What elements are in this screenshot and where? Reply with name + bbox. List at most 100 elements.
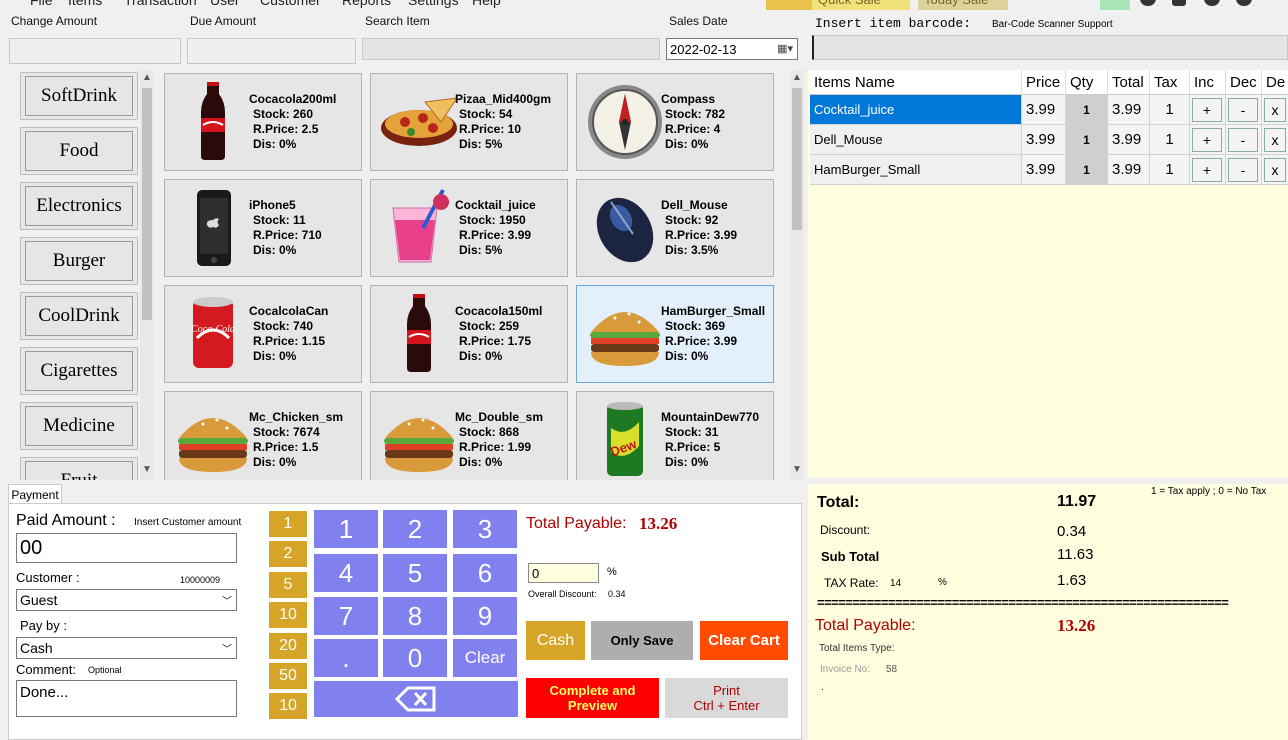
product-card[interactable]: Coca-Cola CocalcolaCan Stock: 740 R.Price: …: [164, 285, 362, 383]
scroll-up-icon[interactable]: ▲: [140, 72, 154, 83]
quick-amount-5[interactable]: 5: [269, 572, 307, 598]
increase-qty-button[interactable]: +: [1192, 128, 1222, 152]
menu-customer[interactable]: Customer: [260, 0, 321, 8]
col-dec[interactable]: Dec: [1226, 70, 1262, 95]
cart-item-qty[interactable]: 1: [1066, 95, 1108, 125]
category-food[interactable]: Food: [20, 127, 138, 175]
quick-amount-2[interactable]: 2: [269, 541, 307, 567]
cart-item-total[interactable]: 3.99: [1108, 155, 1150, 185]
scroll-up-icon[interactable]: ▲: [790, 72, 804, 83]
product-card[interactable]: Pizaa_Mid400gm Stock: 54 R.Price: 10 Dis: 5…: [370, 73, 568, 171]
cart-item-price[interactable]: 3.99: [1022, 125, 1066, 155]
decrease-qty-button[interactable]: -: [1228, 128, 1258, 152]
quick-sale-button[interactable]: Quick Sale: [812, 0, 910, 10]
paid-amount-input[interactable]: 00: [16, 533, 237, 563]
cart-row[interactable]: Dell_Mouse 3.99 1 3.99 1 + - x: [808, 125, 1288, 155]
search-item-input[interactable]: [362, 38, 660, 60]
category-scrollbar[interactable]: ▲ ▼: [140, 70, 154, 480]
decrease-qty-button[interactable]: -: [1228, 98, 1258, 122]
tax-rate-value[interactable]: 14: [890, 578, 901, 589]
customer-select[interactable]: Guest ﹀: [16, 589, 237, 611]
product-card[interactable]: Cocktail_juice Stock: 1950 R.Price: 3.99 Di…: [370, 179, 568, 277]
col-inc[interactable]: Inc: [1190, 70, 1226, 95]
calculator-icon[interactable]: [1172, 0, 1186, 6]
delete-item-button[interactable]: x: [1264, 98, 1286, 122]
category-softdrink[interactable]: SoftDrink: [20, 72, 138, 120]
scroll-down-icon[interactable]: ▼: [790, 464, 804, 475]
today-sale-button[interactable]: Today Sale: [918, 0, 1008, 10]
cart-item-total[interactable]: 3.99: [1108, 125, 1150, 155]
col-price[interactable]: Price: [1022, 70, 1066, 95]
key-clear[interactable]: Clear: [453, 639, 517, 677]
scroll-thumb[interactable]: [792, 88, 802, 230]
key-4[interactable]: 4: [314, 554, 378, 592]
increase-qty-button[interactable]: +: [1192, 158, 1222, 182]
clear-cart-button[interactable]: Clear Cart: [700, 621, 788, 660]
cart-row[interactable]: Cocktail_juice 3.99 1 3.99 1 + - x: [808, 95, 1288, 125]
backspace-button[interactable]: [314, 681, 518, 717]
quick-amount-100[interactable]: 10: [269, 693, 307, 719]
cart-item-price[interactable]: 3.99: [1022, 155, 1066, 185]
cart-item-total[interactable]: 3.99: [1108, 95, 1150, 125]
col-delete[interactable]: De: [1262, 70, 1288, 95]
menu-transaction[interactable]: Transaction: [124, 0, 197, 8]
key-9[interactable]: 9: [453, 597, 517, 635]
tab-payment[interactable]: Payment: [8, 484, 62, 504]
help-icon[interactable]: [1204, 0, 1220, 6]
product-card[interactable]: Cocacola150ml Stock: 259 R.Price: 1.75 Dis:…: [370, 285, 568, 383]
cart-item-price[interactable]: 3.99: [1022, 95, 1066, 125]
menu-items[interactable]: Items: [68, 0, 102, 8]
increase-qty-button[interactable]: +: [1192, 98, 1222, 122]
power-icon[interactable]: [1236, 0, 1252, 6]
discount-input[interactable]: 0: [528, 563, 599, 583]
print-button[interactable]: Print Ctrl + Enter: [665, 678, 788, 718]
product-card[interactable]: Cocacola200ml Stock: 260 R.Price: 2.5 Dis: …: [164, 73, 362, 171]
decrease-qty-button[interactable]: -: [1228, 158, 1258, 182]
cart-item-qty[interactable]: 1: [1066, 155, 1108, 185]
cart-item-qty[interactable]: 1: [1066, 125, 1108, 155]
menu-settings[interactable]: Settings: [408, 0, 459, 8]
quick-amount-50[interactable]: 50: [269, 663, 307, 689]
key-0[interactable]: 0: [383, 639, 447, 677]
key-7[interactable]: 7: [314, 597, 378, 635]
product-card[interactable]: Compass Stock: 782 R.Price: 4 Dis: 0%: [576, 73, 774, 171]
col-tax[interactable]: Tax: [1150, 70, 1190, 95]
product-card[interactable]: Dew MountainDew770 Stock: 31 R.Price: 5 Dis:…: [576, 391, 774, 480]
col-total[interactable]: Total: [1108, 70, 1150, 95]
col-items-name[interactable]: Items Name: [810, 70, 1022, 95]
key-1[interactable]: 1: [314, 510, 378, 548]
product-card[interactable]: HamBurger_Small Stock: 369 R.Price: 3.99 Di…: [576, 285, 774, 383]
product-card[interactable]: Mc_Double_sm Stock: 868 R.Price: 1.99 Dis: …: [370, 391, 568, 480]
cart-row[interactable]: HamBurger_Small 3.99 1 3.99 1 + - x: [808, 155, 1288, 185]
category-medicine[interactable]: Medicine: [20, 402, 138, 450]
cash-button[interactable]: Cash: [526, 621, 585, 660]
pay-by-select[interactable]: Cash ﹀: [16, 637, 237, 659]
category-fruit[interactable]: Fruit: [20, 457, 138, 480]
menu-file[interactable]: File: [30, 0, 53, 8]
menu-help[interactable]: Help: [472, 0, 501, 8]
key-5[interactable]: 5: [383, 554, 447, 592]
delete-item-button[interactable]: x: [1264, 128, 1286, 152]
scroll-thumb[interactable]: [142, 88, 152, 320]
key-3[interactable]: 3: [453, 510, 517, 548]
user-button[interactable]: [1100, 0, 1130, 10]
key-6[interactable]: 6: [453, 554, 517, 592]
only-save-button[interactable]: Only Save: [591, 621, 693, 660]
key-8[interactable]: 8: [383, 597, 447, 635]
pos-button[interactable]: [766, 0, 812, 10]
key-2[interactable]: 2: [383, 510, 447, 548]
product-card[interactable]: Mc_Chicken_sm Stock: 7674 R.Price: 1.5 Dis:…: [164, 391, 362, 480]
quick-amount-1[interactable]: 1: [269, 511, 307, 537]
col-qty[interactable]: Qty: [1066, 70, 1108, 95]
product-card[interactable]: iPhone5 Stock: 11 R.Price: 710 Dis: 0%: [164, 179, 362, 277]
barcode-input[interactable]: [812, 35, 1288, 60]
category-electronics[interactable]: Electronics: [20, 182, 138, 230]
complete-preview-button[interactable]: Complete and Preview: [526, 678, 659, 718]
key-dot[interactable]: .: [314, 639, 378, 677]
category-cigarettes[interactable]: Cigarettes: [20, 347, 138, 395]
quick-amount-10[interactable]: 10: [269, 602, 307, 628]
comment-textarea[interactable]: Done...: [16, 680, 237, 717]
scroll-down-icon[interactable]: ▼: [140, 464, 154, 475]
cart-item-tax[interactable]: 1: [1150, 155, 1190, 185]
category-cooldrink[interactable]: CoolDrink: [20, 292, 138, 340]
